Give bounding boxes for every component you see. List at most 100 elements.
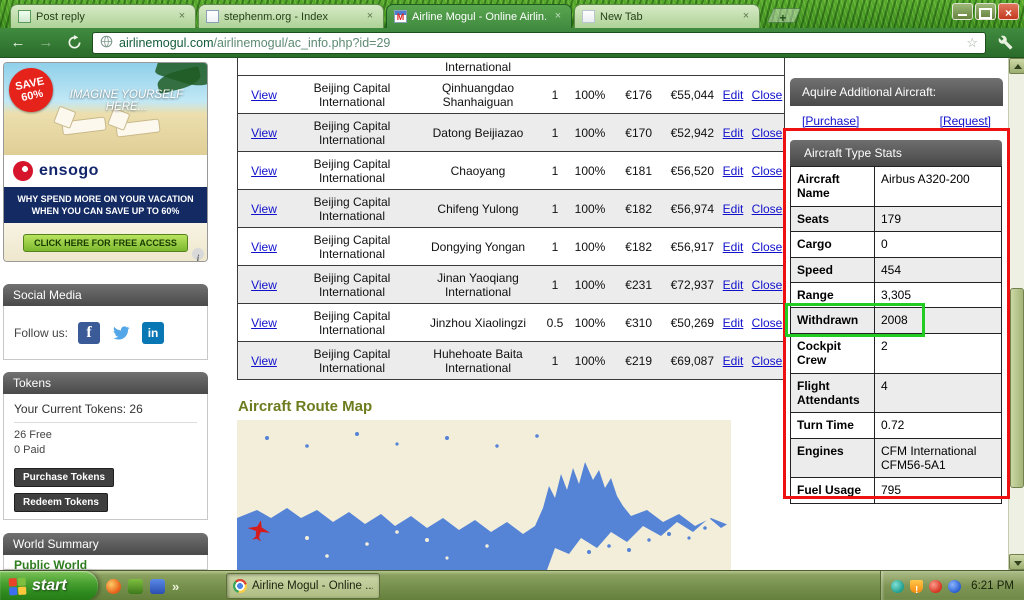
route-ticket-price: €170 [625, 125, 652, 140]
facebook-icon[interactable] [78, 321, 101, 344]
scroll-down-button[interactable] [1009, 554, 1024, 570]
edit-link[interactable]: Edit [718, 124, 748, 142]
view-link[interactable]: View [238, 162, 290, 180]
close-link[interactable]: Close [748, 238, 786, 256]
address-bar[interactable]: airlinemogul.com/airlinemogul/ac_info.ph… [92, 31, 986, 54]
tab-close-icon[interactable] [364, 11, 376, 23]
wrench-icon [998, 35, 1012, 50]
close-link[interactable]: Close [748, 200, 786, 218]
stat-row: Cargo 0 [791, 231, 1001, 257]
tab-close-icon[interactable] [552, 11, 564, 23]
scroll-up-button[interactable] [1009, 58, 1024, 74]
close-window-button[interactable] [998, 3, 1019, 20]
route-ticket-price: €219 [625, 353, 652, 368]
edit-link[interactable]: Edit [718, 86, 748, 104]
view-link[interactable]: View [238, 276, 290, 294]
stat-row: Withdrawn 2008 [791, 307, 1001, 333]
forward-button[interactable] [36, 34, 56, 51]
route-load-factor: 100% [574, 239, 606, 254]
route-aircraft-count: 1 [551, 163, 559, 178]
windows-flag-icon [8, 577, 27, 595]
quick-launch-icon-2[interactable] [128, 578, 143, 594]
twitter-icon[interactable] [108, 322, 134, 344]
browser-tab[interactable]: stephenm.org - Index [198, 4, 384, 28]
route-revenue: €56,917 [670, 239, 714, 254]
start-label: start [32, 577, 67, 594]
purchase-tokens-button[interactable]: Purchase Tokens [14, 468, 115, 487]
taskbar-task-button[interactable]: Airline Mogul - Online ... [226, 573, 380, 599]
edit-link[interactable]: Edit [718, 238, 748, 256]
route-destination: Qinhuangdao Shanhaiguan [441, 80, 515, 109]
view-link[interactable]: View [238, 124, 290, 142]
stat-row: Range 3,305 [791, 281, 1001, 308]
close-link[interactable]: Close [748, 314, 786, 332]
stat-label: Range [791, 282, 875, 308]
wrench-menu-button[interactable] [994, 35, 1016, 50]
tokens-free: 26 Free [14, 429, 52, 441]
view-link[interactable]: View [238, 86, 290, 104]
tokens-buttons: Purchase Tokens Redeem Tokens [14, 468, 197, 512]
update-shield-icon[interactable] [910, 579, 924, 593]
close-link[interactable]: Close [748, 352, 786, 370]
ad-info-icon[interactable] [192, 248, 204, 260]
edit-link[interactable]: Edit [718, 162, 748, 180]
ad-cta-button[interactable]: CLICK HERE FOR FREE ACCESS [23, 234, 188, 252]
tab-close-icon[interactable] [740, 11, 752, 23]
quick-launch-icon-3[interactable] [150, 578, 165, 594]
browser-tab[interactable]: Airline Mogul - Online Airlin... [386, 4, 572, 28]
quick-launch-icon-1[interactable] [106, 578, 121, 594]
page-scrollbar[interactable] [1008, 58, 1024, 570]
purchase-link[interactable]: [Purchase] [802, 114, 859, 128]
tray-icon-1[interactable] [891, 579, 905, 593]
route-aircraft-count: 1 [551, 239, 559, 254]
stat-label: Withdrawn [791, 308, 875, 333]
maximize-button[interactable] [975, 3, 996, 20]
tray-icon-3[interactable] [929, 579, 943, 593]
world-summary-body: Public World [3, 555, 208, 570]
system-tray: 6:21 PM [880, 571, 1024, 600]
tab-close-icon[interactable] [176, 11, 188, 23]
bookmark-star-icon[interactable] [966, 35, 978, 51]
browser-tab[interactable]: Post reply [10, 4, 196, 28]
close-link[interactable]: Close [748, 276, 786, 294]
reload-button[interactable] [64, 35, 84, 50]
ad-banner[interactable]: SAVE 60% IMAGINE YOURSELF HERE... ensogo… [3, 62, 208, 262]
request-link[interactable]: [Request] [940, 114, 991, 128]
route-origin: Beijing Capital International [313, 156, 391, 185]
route-aircraft-count: 1 [551, 201, 559, 216]
redeem-tokens-button[interactable]: Redeem Tokens [14, 493, 108, 512]
stat-value: 2 [881, 338, 888, 353]
edit-link[interactable]: Edit [718, 276, 748, 294]
route-destination: International [444, 60, 512, 74]
new-tab-button[interactable] [766, 8, 802, 23]
close-link[interactable]: Close [748, 124, 786, 142]
scrollbar-thumb[interactable] [1010, 288, 1024, 488]
edit-link[interactable]: Edit [718, 314, 748, 332]
ad-cta-row: CLICK HERE FOR FREE ACCESS [4, 223, 207, 261]
edit-link[interactable]: Edit [718, 352, 748, 370]
edit-link[interactable]: Edit [718, 200, 748, 218]
minimize-button[interactable] [952, 3, 973, 20]
browser-tab[interactable]: New Tab [574, 4, 760, 28]
quick-launch-overflow-chevron[interactable] [172, 579, 179, 594]
stat-value: 0.72 [881, 418, 905, 433]
back-button[interactable] [8, 34, 28, 51]
start-button[interactable]: start [0, 571, 98, 600]
view-link[interactable]: View [238, 238, 290, 256]
tray-icon-4[interactable] [948, 579, 962, 593]
view-link[interactable]: View [238, 352, 290, 370]
aircraft-stats-table: Aircraft Name Airbus A320-200 Seats 179 Carg… [790, 166, 1002, 504]
follow-us-label: Follow us: [14, 325, 69, 340]
plus-icon [770, 9, 796, 27]
route-revenue: €55,044 [670, 87, 714, 102]
close-link[interactable]: Close [748, 86, 786, 104]
view-link[interactable]: View [238, 314, 290, 332]
route-ticket-price: €181 [625, 163, 652, 178]
view-link[interactable]: View [238, 200, 290, 218]
close-link[interactable]: Close [748, 162, 786, 180]
linkedin-icon[interactable] [142, 321, 165, 344]
route-aircraft-count: 1 [551, 125, 559, 140]
route-load-factor: 100% [574, 163, 606, 178]
quick-launch-bar [106, 571, 179, 600]
route-map [237, 420, 731, 570]
